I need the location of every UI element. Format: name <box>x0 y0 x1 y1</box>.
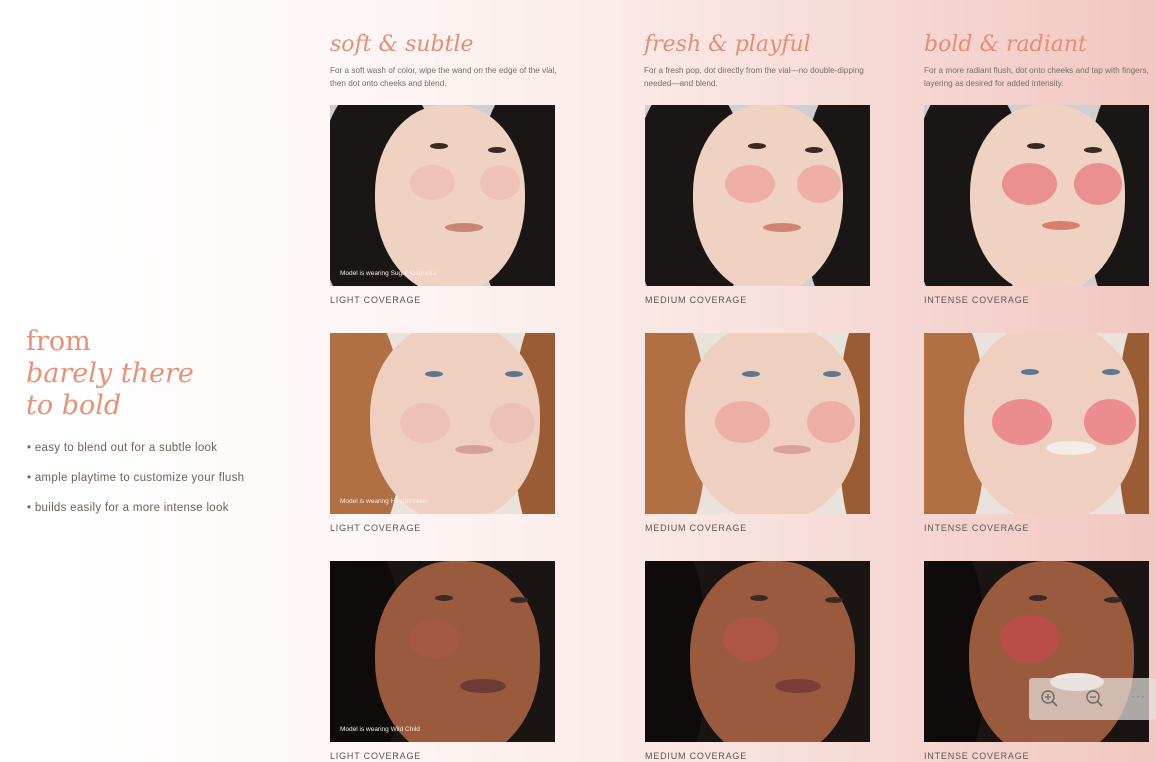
feature-list: easy to blend out for a subtle look ampl… <box>27 440 244 530</box>
model-photo <box>924 105 1149 286</box>
feature-item: easy to blend out for a subtle look <box>27 440 244 470</box>
coverage-label: MEDIUM COVERAGE <box>645 295 748 305</box>
column-description: For a soft wash of color, wipe the wand … <box>330 66 557 88</box>
hero-line-2: barely there <box>26 358 194 389</box>
column-description: For a fresh pop, dot directly from the v… <box>644 66 864 88</box>
column-title: bold & radiant <box>924 32 1087 57</box>
hero-line-1: from <box>26 326 91 357</box>
coverage-label: MEDIUM COVERAGE <box>645 523 748 533</box>
column-title: fresh & playful <box>644 32 811 57</box>
model-photo-cell: MEDIUM COVERAGE <box>645 561 871 761</box>
model-photo-cell: Model is wearing Sugar Magnolia LIGHT CO… <box>330 105 556 305</box>
column-title: soft & subtle <box>330 32 474 57</box>
model-photo-cell: INTENSE COVERAGE <box>924 561 1150 761</box>
coverage-label: INTENSE COVERAGE <box>924 751 1030 761</box>
zoom-in-icon <box>1041 690 1058 707</box>
feature-item: builds easily for a more intense look <box>27 500 244 530</box>
feature-item: ample playtime to customize your flush <box>27 470 244 500</box>
model-photo <box>645 333 870 514</box>
coverage-label: LIGHT COVERAGE <box>330 751 422 761</box>
coverage-label: INTENSE COVERAGE <box>924 523 1030 533</box>
coverage-label: LIGHT COVERAGE <box>330 523 422 533</box>
model-photo-cell: Model is wearing Wild Child LIGHT COVERA… <box>330 561 556 761</box>
zoom-out-icon <box>1086 690 1103 707</box>
model-photo <box>924 333 1149 514</box>
model-photo-cell: MEDIUM COVERAGE <box>645 105 871 305</box>
model-photo: Model is wearing Heartbreaker <box>330 333 555 514</box>
zoom-toolbar: ··· <box>1029 678 1156 720</box>
coverage-label: LIGHT COVERAGE <box>330 295 422 305</box>
model-caption: Model is wearing Heartbreaker <box>340 498 429 505</box>
model-photo <box>645 105 870 286</box>
column-soft-subtle: soft & subtle For a soft wash of color, … <box>330 30 562 90</box>
hero-line-3: to bold <box>26 390 122 421</box>
model-photo-cell: INTENSE COVERAGE <box>924 105 1150 305</box>
model-photo-cell: INTENSE COVERAGE <box>924 333 1150 533</box>
zoom-in-button[interactable] <box>1039 688 1061 710</box>
model-photo-cell: MEDIUM COVERAGE <box>645 333 871 533</box>
model-photo <box>645 561 870 742</box>
coverage-label: INTENSE COVERAGE <box>924 295 1030 305</box>
column-bold-radiant: bold & radiant For a more radiant flush,… <box>924 30 1156 90</box>
model-caption: Model is wearing Sugar Magnolia <box>340 270 437 277</box>
zoom-out-button[interactable] <box>1084 688 1106 710</box>
model-photo: Model is wearing Wild Child <box>330 561 555 742</box>
model-caption: Model is wearing Wild Child <box>340 726 420 733</box>
model-photo-cell: Model is wearing Heartbreaker LIGHT COVE… <box>330 333 556 533</box>
column-fresh-playful: fresh & playful For a fresh pop, dot dir… <box>644 30 876 90</box>
more-options-button[interactable]: ··· <box>1131 689 1146 703</box>
model-photo: Model is wearing Sugar Magnolia <box>330 105 555 286</box>
column-description: For a more radiant flush, dot onto cheek… <box>924 66 1149 88</box>
coverage-label: MEDIUM COVERAGE <box>645 751 748 761</box>
hero-heading: from barely there to bold <box>26 326 194 422</box>
